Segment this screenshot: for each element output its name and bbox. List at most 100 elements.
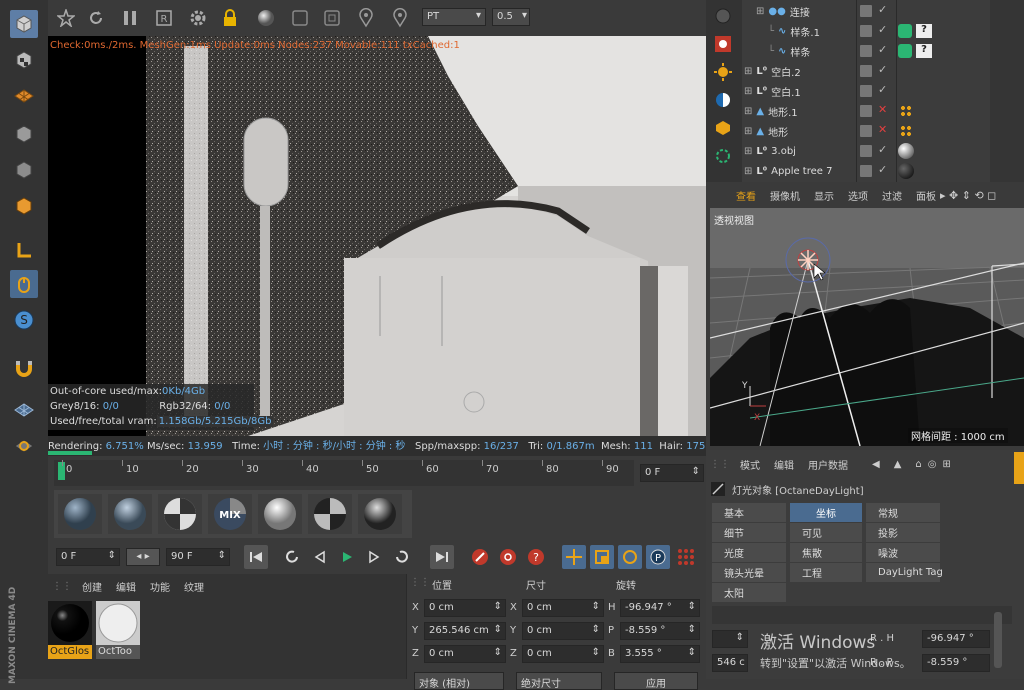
- menu-create[interactable]: 创建: [82, 579, 102, 594]
- visibility-toggle-icon[interactable]: [860, 85, 872, 97]
- rotate-key-icon[interactable]: [618, 545, 642, 569]
- region-icon[interactable]: R: [150, 4, 178, 32]
- back-arrow-icon[interactable]: ◀: [872, 459, 880, 470]
- size-mode-select[interactable]: 绝对尺寸: [516, 672, 602, 690]
- lock-grid-icon[interactable]: [10, 432, 38, 460]
- visibility-toggle-icon[interactable]: [860, 25, 872, 37]
- position-z-field[interactable]: 0 cm ⇕: [424, 645, 506, 663]
- autokey-icon[interactable]: [496, 545, 520, 569]
- attr-tab[interactable]: 太阳: [712, 583, 786, 602]
- expand-icon[interactable]: ⊞: [756, 6, 764, 17]
- prev-key-icon[interactable]: [282, 545, 304, 569]
- attr-tab[interactable]: DayLight Tag: [866, 563, 943, 582]
- expand-icon[interactable]: ⊞: [744, 86, 752, 97]
- render-value-field[interactable]: 0.5 ▾: [492, 8, 530, 26]
- attr-tab[interactable]: 基本: [712, 503, 786, 522]
- preset-checker-icon[interactable]: [158, 494, 202, 534]
- attr-side-tab[interactable]: [1014, 452, 1024, 484]
- next-frame-icon[interactable]: [364, 545, 386, 569]
- enabled-check-icon[interactable]: ✓: [878, 43, 887, 56]
- frame-range-slider[interactable]: ◂ ▸: [126, 548, 160, 566]
- size-z-field[interactable]: 0 cm ⇕: [522, 645, 604, 663]
- size-x-field[interactable]: 0 cm ⇕: [522, 599, 604, 617]
- sphere-icon[interactable]: [252, 4, 280, 32]
- move-key-icon[interactable]: [562, 545, 586, 569]
- visibility-toggle-icon[interactable]: [860, 145, 872, 157]
- expand-icon[interactable]: ⊞: [744, 146, 752, 157]
- object-row[interactable]: └ ∿ 样条.1: [740, 22, 854, 41]
- apply-button[interactable]: 应用: [614, 672, 698, 690]
- size-y-field[interactable]: 0 cm ⇕: [522, 622, 604, 640]
- refresh-icon[interactable]: [82, 4, 110, 32]
- editor-viewport[interactable]: YX 透视视图 网格间距 : 1000 cm: [710, 208, 1024, 446]
- attr-tab[interactable]: 镜头光晕: [712, 563, 786, 582]
- object-cluster-icon[interactable]: [710, 116, 736, 140]
- frame-icon[interactable]: [286, 4, 314, 32]
- prev-frame-icon[interactable]: [308, 545, 330, 569]
- snap-icon[interactable]: S: [10, 306, 38, 334]
- view-menu-options[interactable]: 选项: [848, 188, 868, 203]
- sun-icon[interactable]: [710, 60, 736, 84]
- texture-grid-icon[interactable]: [10, 82, 38, 110]
- mouse-icon[interactable]: [10, 270, 38, 298]
- menu-function[interactable]: 功能: [150, 579, 170, 594]
- attr-tab[interactable]: 投影: [866, 523, 940, 542]
- settings-star-icon[interactable]: [52, 4, 80, 32]
- enabled-check-icon[interactable]: ✓: [878, 63, 887, 76]
- enabled-check-icon[interactable]: ✓: [878, 23, 887, 36]
- object-row[interactable]: ⊞ L⁰ 空白.1: [740, 82, 854, 101]
- attr-tab[interactable]: 光度: [712, 543, 786, 562]
- view-menu-camera[interactable]: 摄像机: [770, 188, 800, 203]
- rotation-p-field[interactable]: -8.559 ° ⇕: [620, 622, 700, 640]
- attr-p-left-field[interactable]: 546 c: [712, 654, 748, 672]
- go-start-icon[interactable]: [244, 545, 268, 569]
- help-key-icon[interactable]: ?: [524, 545, 548, 569]
- tag-help-icon[interactable]: ?: [916, 44, 932, 58]
- view-menu-view[interactable]: 查看: [736, 188, 756, 203]
- visibility-toggle-icon[interactable]: [860, 5, 872, 17]
- sphere-render-icon[interactable]: [710, 4, 736, 28]
- attr-menu-user-data[interactable]: 用户数据: [808, 457, 848, 472]
- preset-specular-icon[interactable]: [258, 494, 302, 534]
- coord-mode-select[interactable]: 对象 (相对): [414, 672, 504, 690]
- target-icon[interactable]: ◎: [928, 459, 937, 470]
- expand-icon[interactable]: ⊞: [744, 166, 752, 177]
- tag-green-icon[interactable]: [898, 24, 912, 38]
- expand-icon[interactable]: ⊞: [744, 126, 752, 137]
- render-viewport[interactable]: Check:0ms./2ms. MeshGen:1ms Update:0ms N…: [48, 36, 706, 436]
- object-row[interactable]: ⊞ L⁰ 空白.2: [740, 62, 854, 81]
- rotation-b-field[interactable]: 3.555 ° ⇕: [620, 645, 700, 663]
- view-menu-panel[interactable]: 面板: [916, 188, 936, 203]
- pause-icon[interactable]: [116, 4, 144, 32]
- enabled-check-icon[interactable]: ✓: [878, 163, 887, 176]
- start-frame-field[interactable]: 0 F ⇕: [56, 548, 120, 566]
- view-menu-filter[interactable]: 过滤: [882, 188, 902, 203]
- preset-diffuse-icon[interactable]: [58, 494, 102, 534]
- preset-glossy-icon[interactable]: [108, 494, 152, 534]
- attr-menu-mode[interactable]: 模式: [740, 457, 760, 472]
- menu-edit[interactable]: 编辑: [116, 579, 136, 594]
- next-key-icon[interactable]: [390, 545, 412, 569]
- view-nav-icon[interactable]: ▸ ✥ ⇕ ⟲ ◻: [940, 189, 996, 202]
- tag-sphere-icon[interactable]: [898, 143, 914, 159]
- attr-tab[interactable]: 焦散: [790, 543, 862, 562]
- material-swatch-glossy[interactable]: OctGlos: [48, 601, 92, 661]
- object-row[interactable]: ⊞ ▲ 地形.1: [740, 102, 854, 121]
- workplane-icon[interactable]: [10, 396, 38, 424]
- rotation-h-field[interactable]: -96.947 ° ⇕: [620, 599, 700, 617]
- disabled-x-icon[interactable]: ✕: [878, 123, 887, 136]
- attr-tab[interactable]: 细节: [712, 523, 786, 542]
- object-cube-icon[interactable]: [10, 156, 38, 184]
- frame-alt-icon[interactable]: [318, 4, 346, 32]
- enabled-check-icon[interactable]: ✓: [878, 83, 887, 96]
- preset-metal-icon[interactable]: [308, 494, 352, 534]
- material-swatch-toon[interactable]: OctToo: [96, 601, 140, 661]
- position-y-field[interactable]: 265.546 cm ⇕: [424, 622, 506, 640]
- new-window-icon[interactable]: ⊞: [943, 459, 951, 470]
- disabled-x-icon[interactable]: ✕: [878, 103, 887, 116]
- point-level-icon[interactable]: [674, 545, 698, 569]
- position-x-field[interactable]: 0 cm ⇕: [424, 599, 506, 617]
- expand-icon[interactable]: ⊞: [744, 66, 752, 77]
- tag-sphere-icon[interactable]: [898, 163, 914, 179]
- lock-icon[interactable]: [216, 4, 244, 32]
